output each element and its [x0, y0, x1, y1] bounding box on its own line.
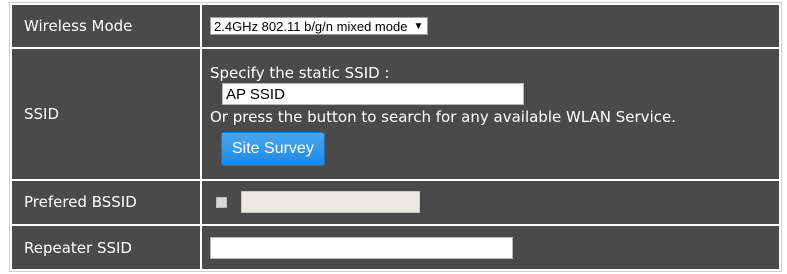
- ssid-search-hint: Or press the button to search for any av…: [210, 108, 676, 127]
- repeater-ssid-label: Repeater SSID: [12, 226, 200, 269]
- preferred-bssid-cell: [202, 180, 779, 225]
- ssid-label: SSID: [12, 48, 200, 179]
- repeater-ssid-input[interactable]: [210, 236, 513, 259]
- wireless-mode-select[interactable]: 2.4GHz 802.11 b/g/n mixed mode ▼: [210, 17, 429, 36]
- preferred-bssid-checkbox[interactable]: [216, 196, 227, 208]
- preferred-bssid-input[interactable]: [241, 191, 420, 214]
- preferred-bssid-label: Prefered BSSID: [12, 180, 200, 225]
- wireless-settings-table: Wireless Mode 2.4GHz 802.11 b/g/n mixed …: [9, 2, 782, 272]
- preferred-bssid-row: Prefered BSSID: [12, 180, 779, 225]
- ssid-cell: Specify the static SSID : Or press the b…: [202, 48, 779, 179]
- repeater-ssid-row: Repeater SSID: [12, 226, 779, 269]
- wireless-mode-label: Wireless Mode: [12, 5, 200, 47]
- preferred-bssid-controls: [210, 191, 779, 214]
- ssid-block: Specify the static SSID : Or press the b…: [210, 61, 779, 167]
- wireless-mode-cell: 2.4GHz 802.11 b/g/n mixed mode ▼: [202, 5, 779, 47]
- ssid-instruction: Specify the static SSID :: [210, 64, 390, 83]
- site-survey-button[interactable]: Site Survey: [221, 132, 325, 167]
- chevron-down-icon: ▼: [413, 20, 424, 32]
- wireless-mode-row: Wireless Mode 2.4GHz 802.11 b/g/n mixed …: [12, 5, 779, 47]
- wireless-mode-selected-value: 2.4GHz 802.11 b/g/n mixed mode: [214, 18, 408, 34]
- repeater-ssid-cell: [202, 226, 779, 269]
- ssid-input[interactable]: [222, 83, 524, 106]
- ssid-row: SSID Specify the static SSID : Or press …: [12, 48, 779, 179]
